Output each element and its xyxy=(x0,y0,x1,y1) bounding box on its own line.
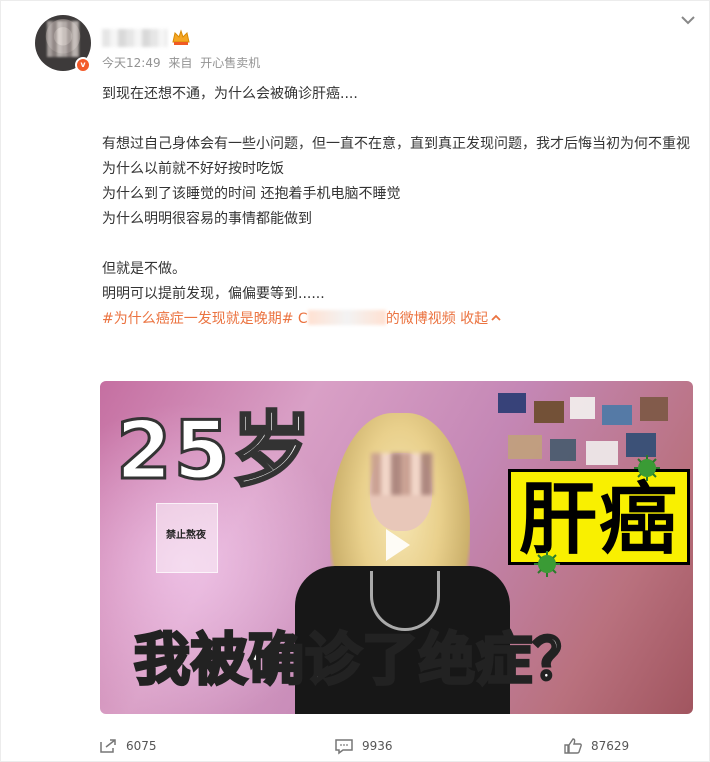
post-meta: 今天12:49 来自 开心售卖机 xyxy=(102,54,264,71)
collapse-link[interactable]: 收起 xyxy=(460,311,502,327)
collapse-label: 收起 xyxy=(460,311,489,327)
bag-text: 禁止熬夜 xyxy=(166,530,206,541)
like-button[interactable]: 87629 xyxy=(563,737,629,755)
thumbnail-age-text: 25岁 xyxy=(114,404,314,497)
topic-line: #为什么癌症一发现就是晚期# C 的微博视频 收起 xyxy=(102,307,692,332)
content-line: 为什么明明很容易的事情都能做到 xyxy=(102,211,312,227)
verified-badge: v xyxy=(75,57,91,73)
comment-count: 9936 xyxy=(362,739,393,753)
virus-icon xyxy=(534,551,560,577)
video-author-prefix[interactable]: C xyxy=(298,311,308,327)
chevron-down-icon[interactable] xyxy=(679,13,697,27)
video-player[interactable]: 禁止熬夜 25岁 肝癌 我被确诊了绝症？ xyxy=(100,381,693,714)
like-count: 87629 xyxy=(591,739,630,753)
username-blurred[interactable] xyxy=(102,29,167,47)
weibo-post-card: v 今天12:49 来自 开心售卖机 到现在还想不通，为什么会被确诊肝癌....… xyxy=(0,0,710,762)
comment-icon xyxy=(335,739,353,755)
play-icon[interactable] xyxy=(374,523,418,567)
action-bar: 6075 9936 87629 xyxy=(1,731,710,762)
topic-link[interactable]: #为什么癌症一发现就是晚期# xyxy=(102,311,293,327)
content-line: 明明可以提前发现，偏偏要等到...... xyxy=(102,286,325,302)
face-blur xyxy=(371,453,433,495)
crown-icon[interactable] xyxy=(171,28,191,48)
post-source[interactable]: 开心售卖机 xyxy=(200,56,260,70)
content-line: 有想过自己身体会有一些小问题，但一直不在意，直到真正发现问题，我才后悔当初为何不… xyxy=(102,136,690,152)
repost-icon xyxy=(100,739,116,753)
post-content: 到现在还想不通，为什么会被确诊肝癌.... 有想过自己身体会有一些小问题，但一直… xyxy=(102,82,692,332)
post-time[interactable]: 今天12:49 xyxy=(102,56,161,70)
video-author-blurred[interactable] xyxy=(307,310,386,325)
content-line: 为什么到了该睡觉的时间 还抱着手机电脑不睡觉 xyxy=(102,186,401,202)
content-line: 为什么以前就不好好按时吃饭 xyxy=(102,161,284,177)
virus-icon xyxy=(634,455,660,481)
content-line: 到现在还想不通，为什么会被确诊肝癌.... xyxy=(102,86,358,102)
thumbnail-caption-text: 我被确诊了绝症？ xyxy=(133,628,591,693)
content-line: 但就是不做。 xyxy=(102,261,186,277)
source-prefix: 来自 xyxy=(168,56,193,70)
comment-button[interactable]: 9936 xyxy=(334,737,393,755)
repost-count: 6075 xyxy=(126,739,157,753)
like-icon xyxy=(564,738,582,754)
repost-button[interactable]: 6075 xyxy=(98,737,157,755)
video-bag: 禁止熬夜 xyxy=(156,503,218,573)
video-link[interactable]: 的微博视频 xyxy=(386,311,456,327)
chevron-up-icon xyxy=(491,314,501,321)
